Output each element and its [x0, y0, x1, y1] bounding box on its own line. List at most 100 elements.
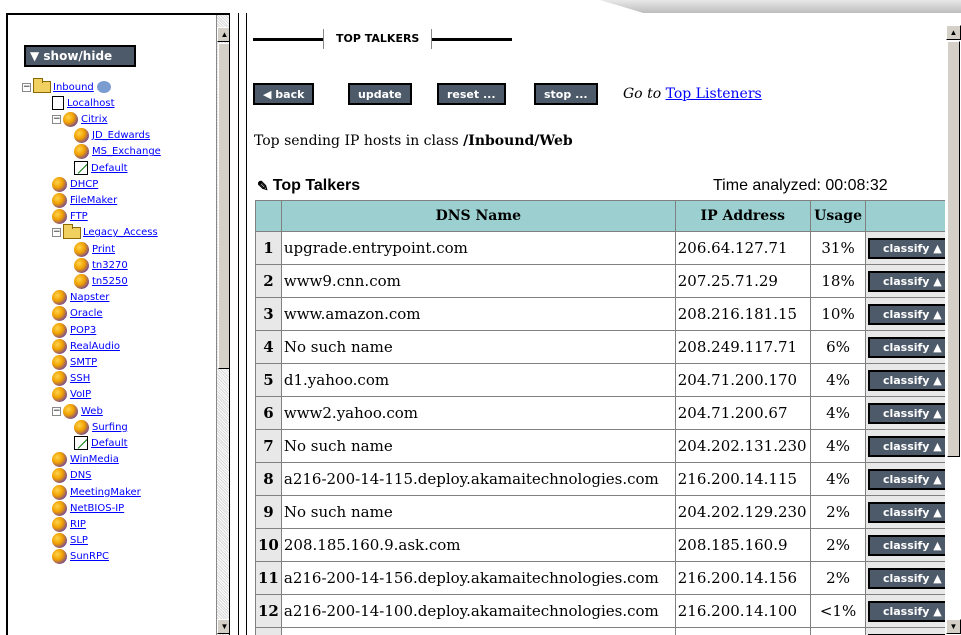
tree-node-label[interactable]: Surfing: [92, 422, 128, 433]
tree-node-label[interactable]: Default: [91, 163, 128, 174]
tree-node[interactable]: − Inbound: [22, 78, 111, 95]
tree-node-label[interactable]: DHCP: [70, 179, 98, 190]
classify-button[interactable]: classify ▲: [868, 468, 957, 490]
tree-node[interactable]: RealAudio: [52, 338, 120, 354]
main-scroll-thumb[interactable]: [947, 41, 960, 457]
classify-button[interactable]: classify ▲: [868, 336, 957, 358]
tree-node[interactable]: SSH: [52, 371, 90, 387]
classify-button[interactable]: classify ▲: [868, 402, 957, 424]
section-header: TOP TALKERS: [253, 29, 513, 49]
tree-node[interactable]: − Legacy_Access: [52, 223, 158, 241]
subtitle-class: /Inbound/Web: [463, 133, 573, 149]
back-button[interactable]: ◀ back: [253, 83, 315, 105]
ip-cell: 199.172.146.90: [674, 627, 811, 635]
tree-node[interactable]: POP3: [52, 322, 96, 338]
tree-node-label[interactable]: Napster: [70, 292, 109, 303]
show-hide-button[interactable]: ▼ show/hide: [24, 45, 136, 67]
tree-node[interactable]: FTP: [52, 209, 88, 225]
tree-node-label[interactable]: SMTP: [70, 357, 97, 368]
tree-node-label[interactable]: JD_Edwards: [92, 130, 150, 141]
tree-node-label[interactable]: NetBIOS-IP: [70, 503, 124, 514]
tree-node[interactable]: MeetingMaker: [52, 484, 141, 500]
tree-node[interactable]: VoIP: [52, 387, 91, 403]
stop-button[interactable]: stop ...: [534, 83, 598, 105]
row-number: 12: [255, 594, 282, 628]
tree-node-label[interactable]: Print: [92, 244, 115, 255]
classify-button[interactable]: classify ▲: [868, 369, 957, 391]
tree-node[interactable]: tn5250: [74, 273, 128, 289]
tree-node-label[interactable]: POP3: [70, 325, 96, 336]
collapse-icon[interactable]: −: [22, 82, 31, 92]
tree-node-label[interactable]: FileMaker: [70, 195, 117, 206]
tree-node-label[interactable]: MeetingMaker: [70, 487, 141, 498]
tree-node-label[interactable]: SLP: [70, 535, 88, 546]
tree-node-label[interactable]: DNS: [70, 470, 92, 481]
tree-node-label[interactable]: Oracle: [70, 308, 103, 319]
tree-node-label[interactable]: VoIP: [70, 389, 91, 400]
tree-node[interactable]: FileMaker: [52, 192, 117, 208]
tree-node-label[interactable]: Legacy_Access: [83, 227, 158, 238]
main-scrollbar[interactable]: ▲ ▼: [945, 13, 961, 635]
tree-node-label[interactable]: RIP: [70, 519, 86, 530]
tree-node[interactable]: Oracle: [52, 306, 103, 322]
tree-node[interactable]: WinMedia: [52, 452, 119, 468]
tree-node[interactable]: Default: [74, 435, 128, 451]
tree-node[interactable]: tn3270: [74, 257, 128, 273]
tree-node[interactable]: NetBIOS-IP: [52, 500, 124, 516]
row-number: 3: [255, 297, 282, 331]
classify-button[interactable]: classify ▲: [868, 600, 957, 622]
classify-button[interactable]: classify ▲: [868, 270, 957, 292]
tree-node-label[interactable]: tn3270: [92, 260, 128, 271]
tree-node-label[interactable]: tn5250: [92, 276, 128, 287]
globe-icon: [52, 192, 67, 208]
classify-button[interactable]: classify ▲: [868, 237, 957, 259]
tree-node[interactable]: Surfing: [74, 419, 128, 435]
tree-node[interactable]: Napster: [52, 290, 109, 306]
tree-node-label[interactable]: SunRPC: [70, 551, 109, 562]
main-scroll-down-button[interactable]: ▼: [946, 619, 961, 634]
tree-node[interactable]: Print: [74, 241, 115, 257]
tree-node[interactable]: RIP: [52, 516, 86, 532]
tree-node-label[interactable]: RealAudio: [70, 341, 120, 352]
row-number: 13: [255, 627, 282, 635]
tree-node-label[interactable]: MS_Exchange: [92, 146, 161, 157]
tree-node[interactable]: − Citrix: [52, 111, 108, 127]
tree-node[interactable]: MS_Exchange: [74, 144, 161, 160]
tree-node[interactable]: Default: [74, 160, 128, 176]
top-listeners-link[interactable]: Top Listeners: [666, 86, 762, 102]
classify-button[interactable]: classify ▲: [868, 501, 957, 523]
tree-node-label[interactable]: SSH: [70, 373, 90, 384]
globe-icon: [52, 306, 67, 322]
tree-node[interactable]: JD_Edwards: [74, 128, 150, 144]
table-title: ✎ Top Talkers: [257, 177, 360, 195]
classify-button[interactable]: classify ▲: [868, 534, 957, 556]
collapse-icon[interactable]: −: [52, 114, 61, 124]
tree-node-label[interactable]: Citrix: [81, 114, 108, 125]
tree-node[interactable]: SLP: [52, 533, 88, 549]
classify-button[interactable]: classify ▲: [868, 303, 957, 325]
tree-node-label[interactable]: WinMedia: [70, 454, 119, 465]
collapse-icon[interactable]: −: [52, 228, 61, 238]
classify-button[interactable]: classify ▲: [868, 435, 957, 457]
tree-node[interactable]: SunRPC: [52, 549, 109, 565]
tree-node[interactable]: Localhost: [52, 95, 115, 111]
classify-button[interactable]: classify ▲: [868, 567, 957, 589]
tree-node[interactable]: − Web: [52, 403, 103, 419]
tree-node[interactable]: DHCP: [52, 176, 98, 192]
update-button[interactable]: update: [348, 83, 412, 105]
frame-divider[interactable]: [229, 13, 247, 635]
tree-node[interactable]: SMTP: [52, 354, 97, 370]
row-number: 9: [255, 495, 282, 529]
main-scroll-up-button[interactable]: ▲: [946, 25, 961, 40]
tree-node[interactable]: DNS: [52, 468, 92, 484]
tree-node-label[interactable]: Localhost: [67, 98, 115, 109]
collapse-icon[interactable]: −: [52, 406, 61, 416]
usage-cell: 6%: [809, 330, 867, 364]
reset-button[interactable]: reset ...: [437, 83, 506, 105]
tree-node-label[interactable]: Default: [91, 438, 128, 449]
tree-node-label[interactable]: FTP: [70, 211, 88, 222]
tree-node-label[interactable]: Web: [81, 406, 103, 417]
table-row: 8 a216-200-14-115.deploy.akamaitechnologi…: [255, 462, 961, 496]
ip-cell: 216.200.14.156: [674, 561, 811, 595]
tree-node-label[interactable]: Inbound: [53, 82, 94, 93]
